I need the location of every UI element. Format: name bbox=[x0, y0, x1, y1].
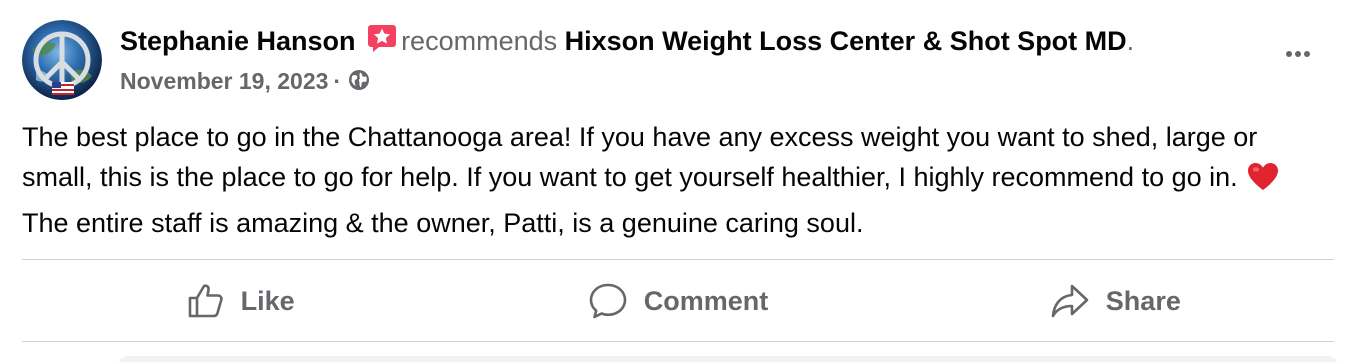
post-date-link[interactable]: November 19, 2023 bbox=[120, 68, 328, 94]
post-body-text: The best place to go in the Chattanooga … bbox=[22, 117, 1332, 243]
like-label: Like bbox=[240, 285, 295, 316]
post-body-part1: The best place to go in the Chattanooga … bbox=[22, 122, 1258, 192]
share-label: Share bbox=[1105, 285, 1181, 316]
red-heart-icon bbox=[1247, 162, 1279, 203]
globe-icon[interactable] bbox=[347, 66, 371, 102]
share-button[interactable]: Share bbox=[897, 262, 1334, 340]
more-dot-icon bbox=[1304, 51, 1310, 57]
like-button[interactable]: Like bbox=[22, 262, 459, 340]
title-period: . bbox=[1126, 26, 1135, 56]
actions-top-divider bbox=[22, 259, 1334, 260]
actions-bottom-divider bbox=[22, 341, 1334, 342]
comment-input-peek[interactable] bbox=[118, 356, 1338, 362]
meta-separator: · bbox=[333, 68, 342, 94]
post-header: Stephanie Hanson recommends Hixson Weigh… bbox=[120, 22, 1270, 102]
thumbs-up-icon bbox=[188, 284, 223, 318]
comment-label: Comment bbox=[643, 285, 769, 316]
recommends-text: recommends bbox=[401, 26, 558, 56]
peace-sign-avatar-image bbox=[22, 20, 102, 100]
post-title-line: Stephanie Hanson recommends Hixson Weigh… bbox=[120, 22, 1270, 63]
recommendation-post: Stephanie Hanson recommends Hixson Weigh… bbox=[0, 0, 1358, 362]
post-actions-bar: Like Comment Share bbox=[22, 262, 1334, 340]
more-options-button[interactable] bbox=[1276, 36, 1320, 72]
author-avatar[interactable] bbox=[22, 20, 102, 100]
comment-button[interactable]: Comment bbox=[459, 262, 896, 340]
star-recommend-icon bbox=[367, 23, 397, 63]
comment-bubble-icon bbox=[589, 283, 627, 319]
more-dot-icon bbox=[1295, 51, 1301, 57]
post-meta: November 19, 2023 · bbox=[120, 63, 1270, 102]
share-arrow-icon bbox=[1051, 284, 1089, 318]
more-dot-icon bbox=[1286, 51, 1292, 57]
author-name-link[interactable]: Stephanie Hanson bbox=[120, 26, 356, 56]
recommended-page-link[interactable]: Hixson Weight Loss Center & Shot Spot MD bbox=[565, 26, 1127, 56]
post-body-part2: The entire staff is amazing & the owner,… bbox=[22, 208, 864, 238]
